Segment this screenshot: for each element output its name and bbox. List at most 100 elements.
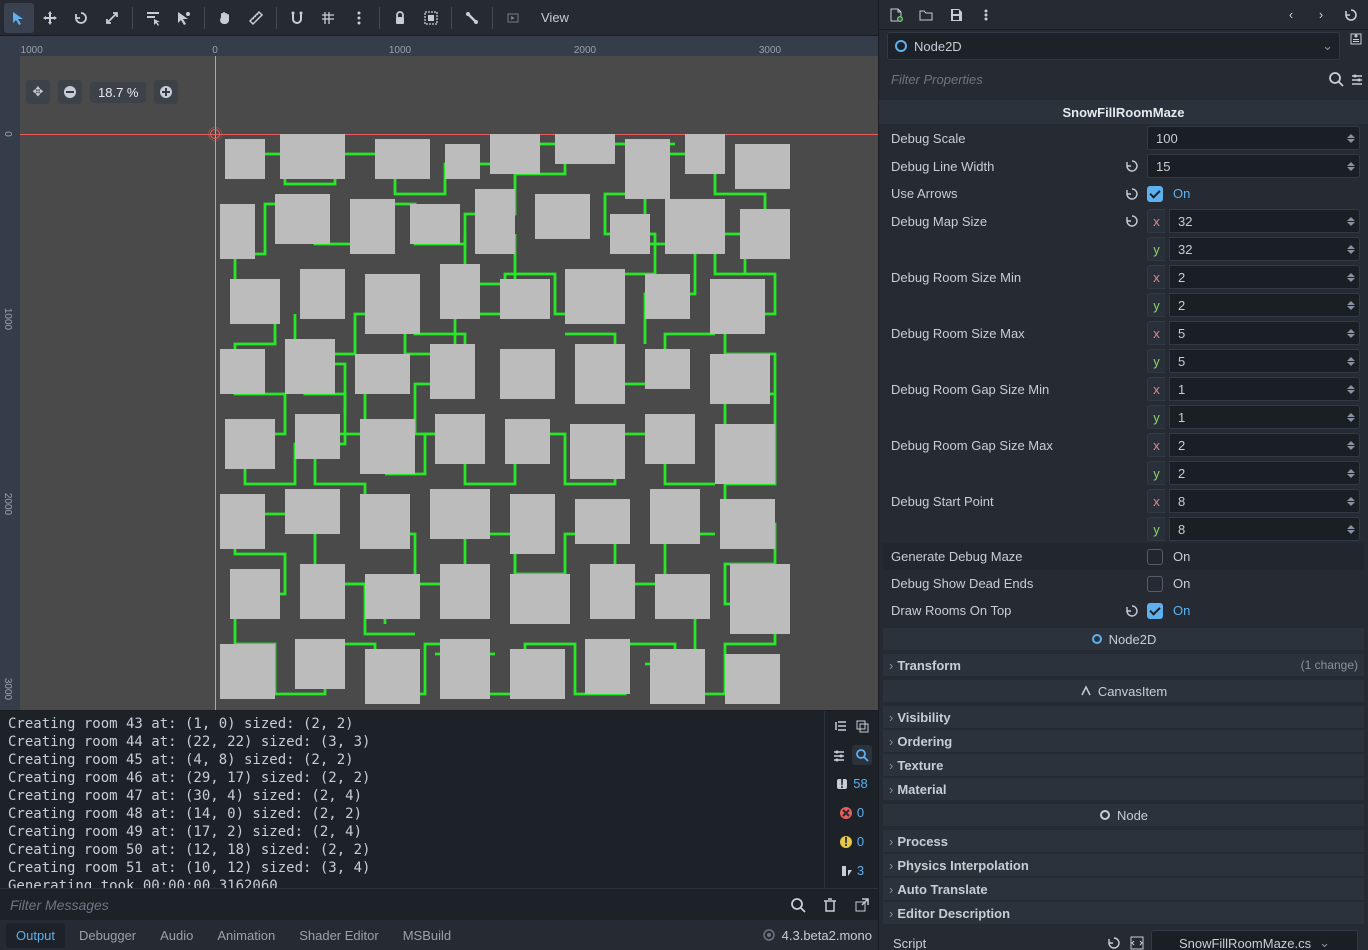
ruler-tool-icon[interactable] — [241, 3, 271, 33]
category-physics-interpolation[interactable]: ›Physics Interpolation — [883, 854, 1364, 876]
tab-audio[interactable]: Audio — [150, 923, 203, 948]
output-tool-row — [825, 711, 878, 740]
draw-rooms-checkbox[interactable] — [1147, 603, 1163, 619]
grid-snap-icon[interactable] — [313, 3, 343, 33]
generate-maze-checkbox[interactable] — [1147, 549, 1163, 565]
checkbox-label: On — [1173, 549, 1190, 564]
load-resource-icon[interactable] — [915, 4, 937, 26]
filter-properties-row — [883, 64, 1364, 94]
search-icon[interactable] — [1328, 71, 1344, 87]
warn-count-badge[interactable]: !0 — [825, 827, 878, 856]
reset-icon[interactable] — [1105, 934, 1123, 950]
gap-min-y-input[interactable]: 1 — [1169, 405, 1360, 429]
scale-tool-icon[interactable] — [97, 3, 127, 33]
snap-options-icon[interactable] — [344, 3, 374, 33]
bone-icon[interactable] — [457, 3, 487, 33]
category-auto-translate[interactable]: ›Auto Translate — [883, 878, 1364, 900]
settings-icon[interactable] — [832, 748, 846, 762]
rotate-tool-icon[interactable] — [66, 3, 96, 33]
prop-label: Use Arrows — [887, 186, 1117, 201]
output-log[interactable]: Creating room 43 at: (1, 0) sized: (2, 2… — [0, 711, 824, 888]
canvas-body[interactable] — [20, 56, 878, 710]
copy-icon[interactable] — [855, 719, 869, 733]
perf-count-badge[interactable]: 3 — [825, 856, 878, 885]
dead-ends-checkbox[interactable] — [1147, 576, 1163, 592]
zoom-reset-icon[interactable]: ✥ — [26, 80, 50, 104]
filter-options-icon[interactable] — [1350, 72, 1364, 86]
room-min-y-input[interactable]: 2 — [1169, 293, 1360, 317]
category-ordering[interactable]: ›Ordering — [883, 730, 1364, 752]
category-transform[interactable]: ›Transform(1 change) — [883, 654, 1364, 676]
category-texture[interactable]: ›Texture — [883, 754, 1364, 776]
info-count-badge[interactable]: !58 — [825, 769, 878, 798]
history-prev-icon[interactable]: ‹ — [1280, 4, 1302, 26]
reset-icon[interactable] — [1123, 602, 1141, 620]
gap-max-y-input[interactable]: 2 — [1169, 461, 1360, 485]
prop-label: Debug Scale — [887, 131, 1117, 146]
search-icon[interactable] — [782, 897, 814, 913]
room-min-x-input[interactable]: 2 — [1169, 265, 1360, 289]
custom-select-icon[interactable] — [169, 3, 199, 33]
tab-msbuild[interactable]: MSBuild — [393, 923, 461, 948]
gap-max-x-input[interactable]: 2 — [1169, 433, 1360, 457]
category-process[interactable]: ›Process — [883, 830, 1364, 852]
view-menu-button[interactable]: View — [529, 3, 581, 33]
extra-options-icon[interactable] — [975, 4, 997, 26]
inspected-node-row[interactable]: Node2D ⌄ — [887, 32, 1340, 60]
tab-output[interactable]: Output — [6, 923, 65, 948]
docs-icon[interactable] — [1348, 31, 1364, 59]
property-list[interactable]: Debug Scale100 Debug Line Width15 Use Ar… — [879, 124, 1368, 950]
save-resource-icon[interactable] — [945, 4, 967, 26]
zoom-percent-label[interactable]: 18.7 % — [90, 82, 146, 103]
ruler-vertical: 0 1000 2000 3000 — [0, 36, 20, 710]
use-arrows-checkbox[interactable] — [1147, 186, 1163, 202]
reset-icon[interactable] — [1123, 157, 1141, 175]
lock-icon[interactable] — [385, 3, 415, 33]
clear-log-icon[interactable] — [814, 897, 846, 913]
animation-options-icon[interactable] — [498, 3, 528, 33]
select-tool-icon[interactable] — [4, 3, 34, 33]
category-editor-description[interactable]: ›Editor Description — [883, 902, 1364, 924]
error-count-badge[interactable]: 0 — [825, 798, 878, 827]
move-tool-icon[interactable] — [35, 3, 65, 33]
category-material[interactable]: ›Material — [883, 778, 1364, 800]
tab-shader-editor[interactable]: Shader Editor — [289, 923, 389, 948]
history-reload-icon[interactable] — [1340, 4, 1362, 26]
reset-icon[interactable] — [1123, 185, 1141, 203]
script-file-button[interactable]: SnowFillRoomMaze.cs⌄ — [1151, 930, 1358, 950]
output-filter-row — [0, 888, 878, 920]
prop-label: Debug Room Gap Size Max — [887, 438, 1117, 453]
zoom-in-icon[interactable] — [154, 80, 178, 104]
expand-icon[interactable] — [835, 719, 849, 733]
search-log-icon[interactable] — [852, 745, 872, 765]
reset-icon[interactable] — [1123, 212, 1141, 230]
debug-scale-input[interactable]: 100 — [1147, 126, 1360, 150]
category-visibility[interactable]: ›Visibility — [883, 706, 1364, 728]
pop-out-icon[interactable] — [846, 897, 878, 913]
gap-min-x-input[interactable]: 1 — [1169, 377, 1360, 401]
map-size-x-input[interactable]: 32 — [1169, 209, 1360, 233]
new-resource-icon[interactable] — [885, 4, 907, 26]
filter-properties-input[interactable] — [883, 72, 1322, 87]
zoom-out-icon[interactable] — [58, 80, 82, 104]
pan-tool-icon[interactable] — [210, 3, 240, 33]
class-section-node2d: Node2D — [883, 628, 1364, 650]
filter-messages-input[interactable] — [0, 897, 782, 913]
snap-toggle-icon[interactable] — [282, 3, 312, 33]
tab-debugger[interactable]: Debugger — [69, 923, 146, 948]
map-size-y-input[interactable]: 32 — [1169, 237, 1360, 261]
svg-text:!: ! — [840, 777, 844, 791]
tab-animation[interactable]: Animation — [207, 923, 285, 948]
canvas-viewport[interactable]: -1000 0 1000 2000 3000 0 1000 2000 3000 — [0, 36, 878, 710]
start-x-input[interactable]: 8 — [1169, 489, 1360, 513]
start-y-input[interactable]: 8 — [1169, 517, 1360, 541]
group-icon[interactable] — [416, 3, 446, 33]
ruler-tick-label: 0 — [2, 131, 13, 137]
list-select-icon[interactable] — [138, 3, 168, 33]
debug-line-width-input[interactable]: 15 — [1147, 154, 1360, 178]
script-icon[interactable] — [1129, 935, 1145, 950]
room-max-y-input[interactable]: 5 — [1169, 349, 1360, 373]
history-next-icon[interactable]: › — [1310, 4, 1332, 26]
room-max-x-input[interactable]: 5 — [1169, 321, 1360, 345]
ruler-corner — [0, 36, 20, 56]
